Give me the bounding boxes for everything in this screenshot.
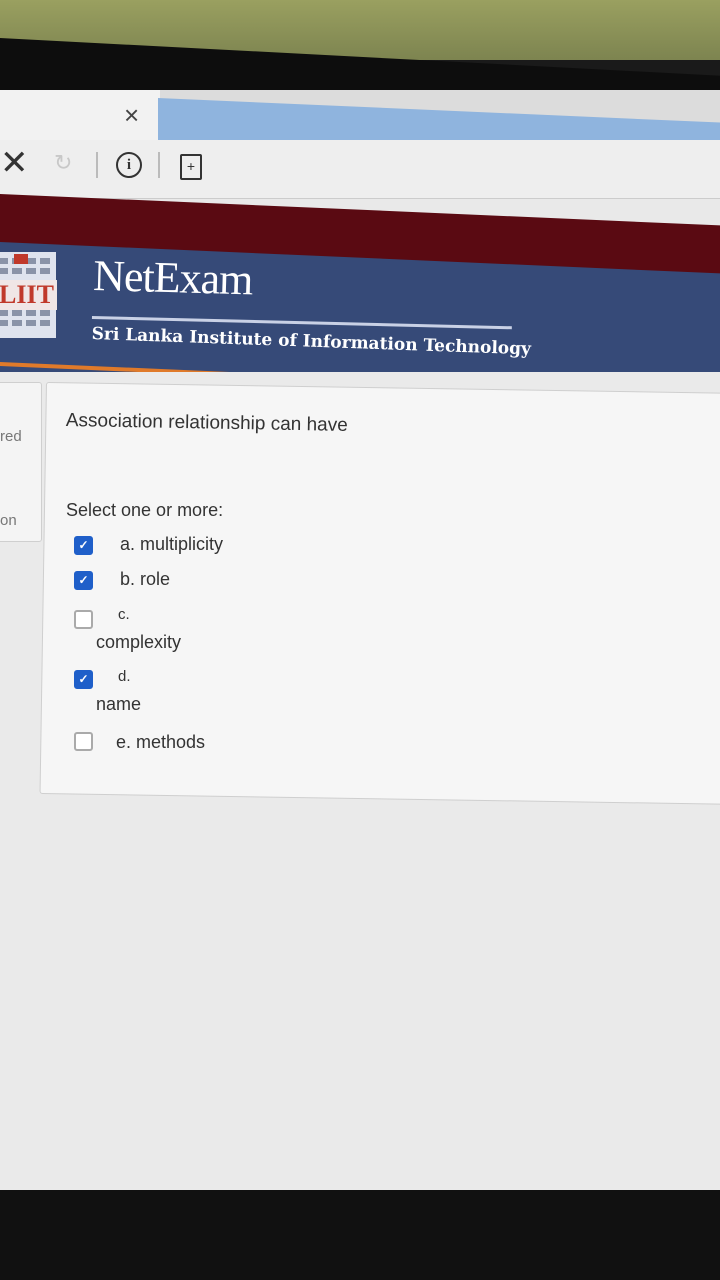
site-title: NetExam (92, 250, 254, 305)
option-checkbox-b[interactable]: ✓ (74, 571, 93, 590)
option-label[interactable]: complexity (96, 632, 181, 653)
question-info-text: on (0, 512, 17, 529)
option-label[interactable]: name (96, 694, 141, 715)
option-label[interactable]: b. role (120, 569, 170, 590)
monitor-bezel-bottom (0, 1190, 720, 1280)
option-checkbox-d[interactable]: ✓ (74, 670, 93, 689)
option-label[interactable]: e. methods (116, 732, 205, 753)
option-letter[interactable]: d. (118, 668, 131, 685)
toolbar-divider (96, 152, 98, 178)
tab-close-icon[interactable]: × (124, 102, 139, 128)
monitor-screen: × ✕ ↻ i + LIIT NetExam Sri Lanka Institu… (0, 90, 720, 1200)
site-info-icon[interactable]: i (116, 152, 142, 178)
option-letter[interactable]: c. (118, 606, 130, 623)
answer-prompt: Select one or more: (66, 500, 224, 520)
reload-icon[interactable]: ↻ (54, 150, 72, 176)
question-status-text: red (0, 428, 22, 445)
logo-text: LIIT (0, 280, 57, 310)
page-action-icon[interactable]: + (180, 154, 202, 180)
option-checkbox-c[interactable] (74, 610, 93, 629)
option-checkbox-a[interactable]: ✓ (74, 536, 93, 555)
stop-icon[interactable]: ✕ (0, 143, 29, 183)
option-label[interactable]: a. multiplicity (120, 534, 223, 555)
browser-toolbar: ✕ ↻ i + (0, 140, 720, 199)
toolbar-divider (158, 152, 160, 178)
option-checkbox-e[interactable] (74, 732, 93, 751)
